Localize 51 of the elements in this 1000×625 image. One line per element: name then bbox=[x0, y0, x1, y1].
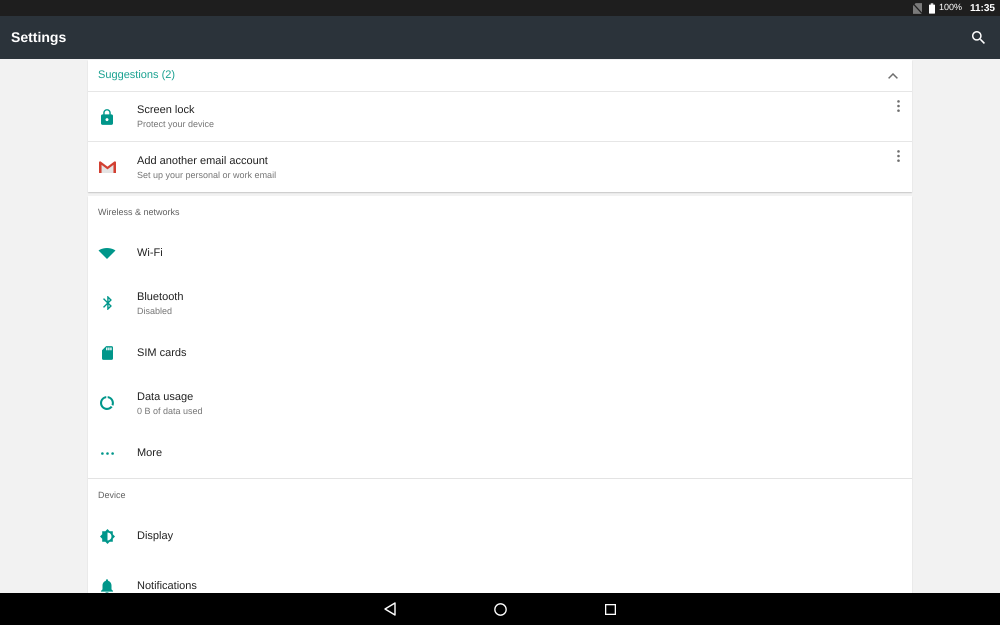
search-icon bbox=[972, 31, 985, 44]
settings-row[interactable]: More bbox=[88, 428, 912, 478]
item-title: Bluetooth bbox=[137, 290, 184, 304]
settings-row[interactable]: Notifications bbox=[88, 561, 912, 594]
envelope-icon bbox=[98, 161, 116, 174]
item-subtitle: Set up your personal or work email bbox=[137, 168, 276, 181]
home-circle-icon bbox=[494, 602, 507, 616]
more-vertical-icon bbox=[896, 150, 900, 162]
ring-chart-icon bbox=[100, 396, 114, 410]
wifi-icon bbox=[98, 248, 116, 259]
app-title: Settings bbox=[11, 28, 66, 48]
search-button[interactable] bbox=[972, 31, 985, 44]
settings-row[interactable]: Bluetooth Disabled bbox=[88, 278, 912, 328]
settings-row[interactable]: Display bbox=[88, 511, 912, 562]
item-title: More bbox=[137, 446, 162, 460]
item-subtitle: Disabled bbox=[137, 304, 172, 317]
item-title: SIM cards bbox=[137, 346, 187, 360]
square-icon bbox=[605, 604, 616, 615]
no-sim-icon bbox=[912, 2, 922, 14]
bluetooth-icon bbox=[102, 296, 112, 310]
settings-row[interactable]: Wi-Fi bbox=[88, 228, 912, 278]
more-dots-icon bbox=[100, 452, 114, 455]
settings-row[interactable]: SIM cards bbox=[88, 328, 912, 378]
settings-row[interactable]: Data usage 0 B of data used bbox=[88, 378, 912, 428]
clock-time: 11:35 bbox=[970, 2, 995, 16]
section-header: Wireless & networks bbox=[98, 207, 180, 218]
item-title: Add another email account bbox=[137, 154, 268, 168]
item-title: Screen lock bbox=[137, 103, 194, 118]
battery-icon bbox=[928, 2, 935, 14]
lock-icon bbox=[101, 108, 113, 125]
item-title: Data usage bbox=[137, 390, 194, 404]
collapse-button[interactable] bbox=[888, 72, 898, 79]
more-vertical-icon bbox=[896, 100, 900, 112]
section-header: Device bbox=[98, 490, 126, 500]
suggestions-header: Suggestions (2) bbox=[98, 68, 176, 84]
item-title: Display bbox=[137, 529, 174, 544]
back-button[interactable] bbox=[384, 602, 396, 616]
battery-percentage: 100% bbox=[938, 1, 962, 14]
sd-card-icon bbox=[102, 346, 112, 360]
item-title: Wi-Fi bbox=[137, 246, 163, 260]
settings-row[interactable]: Add another email account Set up your personal or work email bbox=[88, 142, 912, 192]
home-button[interactable] bbox=[494, 602, 507, 616]
item-title: Notifications bbox=[137, 579, 197, 594]
item-subtitle: Protect your device bbox=[137, 118, 214, 130]
chevron-up-icon bbox=[888, 72, 898, 79]
settings-row[interactable]: Screen lock Protect your device bbox=[88, 92, 912, 142]
back-triangle-icon bbox=[384, 602, 396, 616]
recents-button[interactable] bbox=[605, 604, 616, 615]
item-subtitle: 0 B of data used bbox=[137, 404, 203, 417]
bell-icon bbox=[101, 578, 113, 594]
brightness-icon bbox=[100, 528, 114, 544]
